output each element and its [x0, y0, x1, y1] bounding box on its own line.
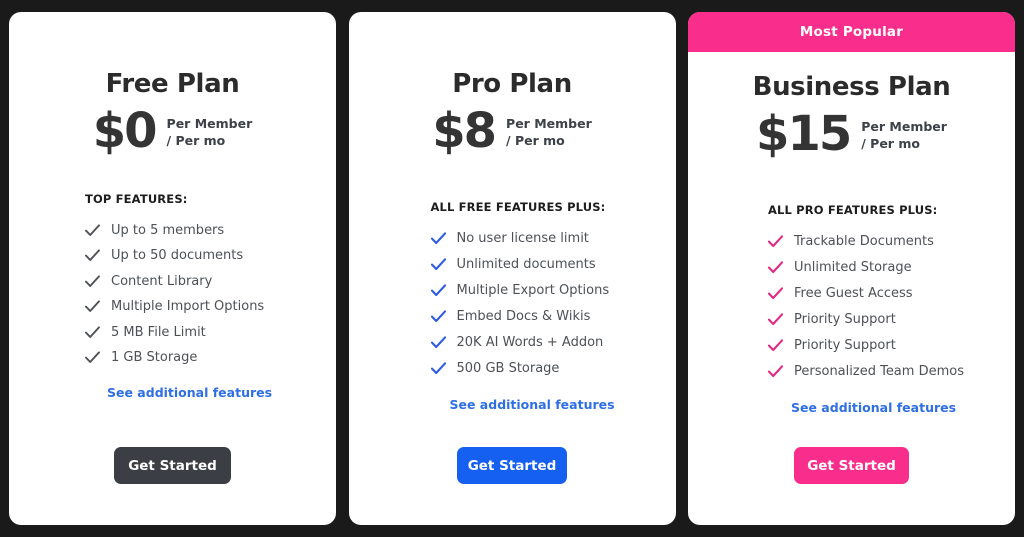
feature-label: Personalized Team Demos [794, 363, 964, 379]
feature-item: Up to 50 documents [85, 249, 336, 262]
check-icon [768, 312, 783, 325]
feature-item: 20K AI Words + Addon [430, 334, 676, 350]
check-icon [768, 234, 783, 247]
check-icon [430, 361, 446, 374]
feature-label: Embed Docs & Wikis [456, 308, 591, 324]
feature-label: Priority Support [794, 337, 896, 353]
see-additional-features-link-business[interactable]: See additional features [688, 400, 1015, 415]
feature-item: Content Library [85, 275, 336, 288]
feature-label: 20K AI Words + Addon [456, 334, 604, 350]
price-unit-line2-business: / Per mo [861, 135, 920, 151]
check-icon [430, 283, 446, 296]
feature-label: No user license limit [456, 230, 589, 246]
feature-label: Unlimited Storage [794, 259, 912, 275]
price-unit-line1-pro: Per Member [506, 115, 592, 131]
price-unit-line1-business: Per Member [861, 118, 947, 134]
see-additional-features-link-pro[interactable]: See additional features [349, 397, 676, 412]
price-unit-free: Per Member / Per mo [167, 114, 253, 150]
get-started-button-pro[interactable]: Get Started [457, 447, 567, 484]
feature-label: Unlimited documents [456, 256, 596, 272]
feature-label: 5 MB File Limit [111, 324, 206, 340]
plan-price-free: $0 [92, 103, 158, 159]
card-body-free: Free Plan $0 Per Member / Per mo TOP FEA… [9, 12, 336, 447]
features-heading-free: TOP FEATURES: [85, 191, 188, 206]
feature-item: Personalized Team Demos [768, 365, 1015, 378]
check-icon [85, 351, 100, 364]
feature-label: Up to 5 members [111, 222, 225, 238]
cta-area-business: Get Started [688, 447, 1015, 525]
check-icon [768, 364, 783, 377]
price-row-pro: $8 Per Member / Per mo [432, 103, 592, 159]
check-icon [430, 231, 446, 244]
plan-title-business: Business Plan [752, 72, 951, 102]
feature-label: Free Guest Access [794, 285, 913, 301]
feature-item: 500 GB Storage [430, 360, 676, 376]
price-unit-line1-free: Per Member [166, 115, 253, 131]
get-started-button-free[interactable]: Get Started [114, 447, 231, 484]
feature-label: Up to 50 documents [111, 248, 244, 264]
features-heading-business: ALL PRO FEATURES PLUS: [768, 202, 938, 217]
check-icon [430, 309, 446, 322]
check-icon [768, 338, 783, 351]
feature-label: Trackable Documents [794, 233, 934, 249]
features-heading-pro: ALL FREE FEATURES PLUS: [430, 199, 606, 214]
feature-item: Embed Docs & Wikis [430, 308, 676, 324]
cta-area-free: Get Started [9, 447, 336, 525]
see-additional-features-link-free[interactable]: See additional features [9, 385, 336, 400]
features-list-business: Trackable Documents Unlimited Storage Fr… [688, 235, 1015, 391]
feature-item: Multiple Import Options [85, 300, 336, 313]
feature-item: Priority Support [768, 313, 1015, 326]
feature-item: Priority Support [768, 339, 1015, 352]
pricing-plans-container: Free Plan $0 Per Member / Per mo TOP FEA… [0, 0, 1024, 537]
features-list-free: Up to 5 members Up to 50 documents Conte… [9, 224, 336, 377]
feature-item: 5 MB File Limit [85, 326, 336, 339]
feature-item: Free Guest Access [768, 287, 1015, 300]
feature-label: Multiple Export Options [456, 282, 610, 298]
feature-item: Trackable Documents [768, 235, 1015, 248]
feature-item: Unlimited Storage [768, 261, 1015, 274]
get-started-button-business[interactable]: Get Started [794, 447, 909, 484]
feature-label: Priority Support [794, 311, 896, 327]
pricing-card-free[interactable]: Free Plan $0 Per Member / Per mo TOP FEA… [9, 12, 336, 525]
price-unit-line2-pro: / Per mo [506, 132, 565, 148]
card-body-pro: Pro Plan $8 Per Member / Per mo ALL FREE… [349, 12, 676, 447]
check-icon [430, 335, 446, 348]
pricing-card-business[interactable]: Most Popular Business Plan $15 Per Membe… [688, 12, 1015, 525]
feature-item: Unlimited documents [430, 256, 676, 272]
card-body-business: Business Plan $15 Per Member / Per mo AL… [688, 52, 1015, 447]
check-icon [768, 286, 783, 299]
feature-label: Multiple Import Options [111, 299, 265, 315]
feature-item: Multiple Export Options [430, 282, 676, 298]
check-icon [85, 300, 100, 313]
price-row-business: $15 Per Member / Per mo [756, 106, 947, 162]
features-list-pro: No user license limit Unlimited document… [349, 232, 676, 388]
check-icon [768, 260, 783, 273]
feature-label: 1 GB Storage [111, 350, 198, 366]
feature-label: Content Library [111, 273, 213, 289]
feature-label: 500 GB Storage [456, 360, 560, 376]
most-popular-badge: Most Popular [688, 12, 1015, 52]
feature-item: Up to 5 members [85, 224, 336, 237]
plan-title-pro: Pro Plan [452, 69, 572, 99]
feature-item: No user license limit [430, 230, 676, 246]
check-icon [85, 275, 100, 287]
plan-title-free: Free Plan [105, 69, 240, 99]
pricing-card-pro[interactable]: Pro Plan $8 Per Member / Per mo ALL FREE… [348, 12, 676, 525]
check-icon [85, 326, 100, 338]
check-icon [430, 257, 446, 270]
price-unit-pro: Per Member / Per mo [506, 114, 592, 150]
feature-item: 1 GB Storage [85, 351, 336, 364]
plan-price-business: $15 [756, 106, 852, 162]
check-icon [85, 224, 100, 236]
cta-area-pro: Get Started [349, 447, 676, 525]
price-row-free: $0 Per Member / Per mo [92, 103, 253, 159]
plan-price-pro: $8 [432, 103, 497, 159]
check-icon [85, 249, 100, 262]
price-unit-line2-free: / Per mo [166, 132, 226, 148]
price-unit-business: Per Member / Per mo [861, 117, 947, 153]
